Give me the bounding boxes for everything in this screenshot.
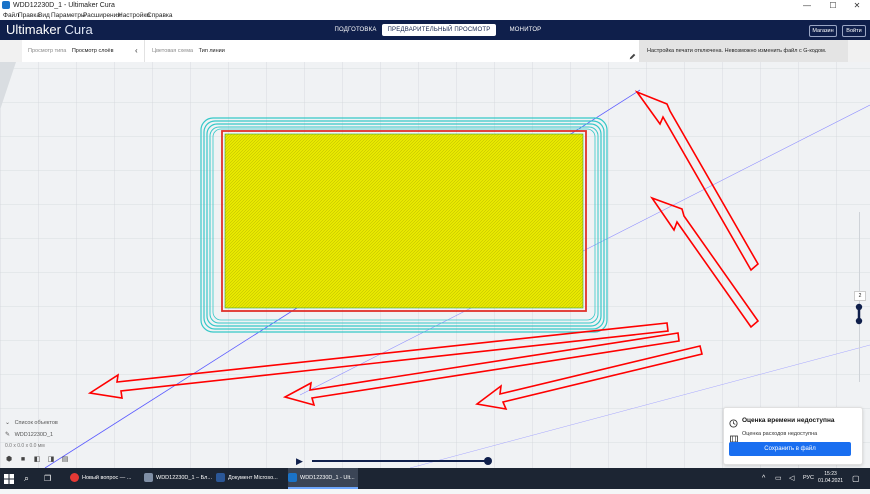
view-type-label: Просмотр типа (28, 48, 67, 54)
marketplace-button[interactable]: Магазин (809, 25, 837, 37)
collapse-icon[interactable]: ‹ (135, 40, 138, 62)
login-button[interactable]: Войти (842, 25, 866, 37)
color-scheme-label: Цветовая схема (152, 48, 194, 54)
clock[interactable]: 15:23 01.04.2021 (818, 471, 843, 485)
menu-settings[interactable]: Параметры (51, 12, 86, 19)
app-header: Ultimaker Cura ПОДГОТОВКА ПРЕДВАРИТЕЛЬНЫ… (0, 20, 870, 40)
material-estimate: Оценка расходов недоступна (742, 431, 818, 437)
menu-file[interactable]: Файл (3, 12, 19, 19)
play-button[interactable]: ▶ (296, 455, 303, 467)
color-scheme-value: Тип линии (198, 48, 225, 54)
notifications-icon[interactable]: ▢ (852, 468, 860, 489)
word-icon (216, 473, 225, 483)
network-icon[interactable]: ▭ (775, 468, 782, 489)
menu-help[interactable]: Справка (147, 12, 173, 19)
cura-icon (288, 473, 297, 483)
playback-handle[interactable] (484, 457, 492, 465)
ultimaker-cura-logo: Ultimaker Cura (6, 22, 93, 38)
tab-monitor[interactable]: МОНИТОР (498, 24, 553, 36)
view-type-selector[interactable]: Просмотр типа Просмотр слоёв ‹ (22, 40, 145, 62)
taskbar-item-notepad[interactable]: WDD12230D_1 – Бл... (144, 468, 214, 489)
taskbar-label: WDD12230D_1 - Ult... (300, 475, 355, 481)
object-list-title: Список объектов (14, 420, 58, 426)
object-dimensions: 0.0 x 0.0 x 0.0 мм (5, 443, 45, 449)
menu-view[interactable]: Вид (38, 12, 50, 19)
print-estimate-panel: Оценка времени недоступна Оценка расходо… (723, 407, 863, 465)
chevron-down-icon: ⌄ (5, 420, 11, 426)
menu-bar: Файл Правка Вид Параметры Расширения Нас… (0, 11, 870, 20)
taskbar-item-cura[interactable]: WDD12230D_1 - Ult... (288, 468, 358, 489)
taskbar-label: Документ Microso... (228, 475, 278, 481)
task-view-icon[interactable]: ❐ (44, 468, 58, 489)
language-indicator[interactable]: РУС (803, 468, 814, 489)
taskbar-item-browser[interactable]: Новый вопрос — ... (70, 468, 142, 489)
close-button[interactable]: ✕ (846, 0, 868, 11)
object-list-item[interactable]: ✎ WDD12230D_1 (5, 431, 53, 438)
time-estimate-title: Оценка времени недоступна (742, 417, 835, 424)
maximize-button[interactable]: ☐ (822, 0, 844, 11)
window-titlebar: WDD12230D_1 - Ultimaker Cura — ☐ ✕ (0, 0, 870, 11)
minimize-button[interactable]: — (796, 0, 818, 11)
view-right-icon[interactable]: ▤ (61, 456, 69, 464)
color-scheme-selector[interactable]: Цветовая схема Тип линии (145, 40, 640, 62)
clock-icon (729, 415, 738, 428)
tab-preview[interactable]: ПРЕДВАРИТЕЛЬНЫЙ ПРОСМОТР (382, 24, 496, 36)
view-front-icon[interactable]: ■ (19, 456, 27, 464)
view-3d-icon[interactable]: ⬢ (5, 456, 13, 464)
start-button[interactable] (4, 468, 18, 489)
playback-track (312, 460, 488, 462)
layer-slider-handle[interactable] (855, 303, 863, 325)
search-icon[interactable]: ⌕ (24, 468, 38, 489)
menu-preferences[interactable]: Настройки (118, 12, 150, 19)
message-panel: Настройка печати отключена. Невозможно и… (640, 40, 848, 62)
simulation-playback: ▶ (296, 455, 496, 467)
infill-area (224, 133, 584, 309)
yandex-icon (70, 473, 79, 483)
menu-extensions[interactable]: Расширения (83, 12, 121, 19)
chevron-up-icon[interactable]: ^ (762, 468, 765, 489)
pencil-icon[interactable] (629, 48, 636, 60)
menu-edit[interactable]: Правка (18, 12, 40, 19)
spool-icon (730, 430, 738, 443)
clock-date: 01.04.2021 (818, 478, 844, 484)
object-name: WDD12230D_1 (14, 432, 54, 438)
windows-taskbar: ⌕ ❐ Новый вопрос — ... WDD12230D_1 – Бл.… (0, 468, 870, 489)
cura-app-icon (2, 1, 10, 9)
window-title: WDD12230D_1 - Ultimaker Cura (13, 2, 115, 9)
logo-ultimaker: Ultimaker (6, 22, 61, 37)
view-top-icon[interactable]: ◧ (33, 456, 41, 464)
clock-time: 15:23 (824, 471, 837, 477)
current-layer-number[interactable]: 2 (854, 291, 866, 301)
notepad-icon (144, 473, 153, 483)
volume-icon[interactable]: ◁ (789, 468, 794, 489)
taskbar-label: Новый вопрос — ... (82, 475, 132, 481)
taskbar-label: WDD12230D_1 – Бл... (156, 475, 212, 481)
save-to-file-button[interactable]: Сохранить в файл (729, 442, 851, 456)
logo-cura: Cura (64, 22, 93, 37)
view-left-icon[interactable]: ◨ (47, 456, 55, 464)
pencil-small-icon: ✎ (5, 432, 11, 438)
taskbar-item-word[interactable]: Документ Microso... (216, 468, 286, 489)
view-type-value: Просмотр слоёв (71, 48, 114, 54)
playback-progress (312, 460, 488, 462)
object-list-header[interactable]: ⌄ Список объектов (5, 419, 58, 426)
